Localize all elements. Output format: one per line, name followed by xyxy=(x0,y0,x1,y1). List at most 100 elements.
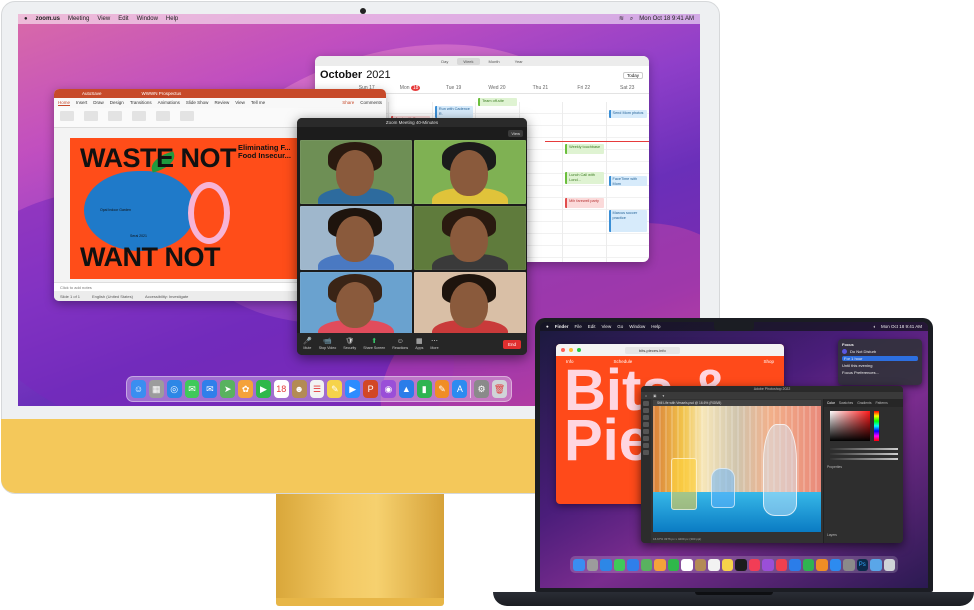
zoom-icon[interactable] xyxy=(577,348,581,352)
view-button[interactable]: View xyxy=(508,130,523,137)
brush-tool-icon[interactable] xyxy=(643,429,649,434)
font-picker[interactable] xyxy=(108,111,122,121)
share-button[interactable]: Share xyxy=(342,100,354,106)
downloads-icon[interactable] xyxy=(870,558,882,571)
tab-slide-show[interactable]: Slide Show xyxy=(186,100,209,106)
tab-animations[interactable]: Animations xyxy=(158,100,180,106)
music-icon[interactable] xyxy=(748,558,760,571)
menu-item-file[interactable]: File xyxy=(574,322,581,331)
lasso-tool-icon[interactable] xyxy=(643,415,649,420)
tab-swatches[interactable]: Swatches xyxy=(839,401,853,405)
menubar-clock[interactable]: Mon Oct 18 9:41 AM xyxy=(881,322,922,331)
launchpad-icon[interactable]: ▦ xyxy=(148,380,164,398)
contacts-icon[interactable] xyxy=(694,558,706,571)
hue-slider[interactable] xyxy=(874,411,879,441)
reminders-icon[interactable] xyxy=(708,558,720,571)
app-store-icon[interactable]: A xyxy=(452,380,468,398)
calendar-icon[interactable]: 18 xyxy=(273,380,289,398)
calendar-event[interactable]: Team off-site xyxy=(478,98,517,106)
tab-insert[interactable]: Insert xyxy=(76,100,87,106)
apple-icon[interactable]: ● xyxy=(24,14,28,24)
mail-icon[interactable]: ✉ xyxy=(202,380,218,398)
slide-canvas[interactable]: WASTE NOT WANT NOT Eliminating F... Food… xyxy=(70,138,305,279)
layers-header[interactable]: Layers xyxy=(827,533,837,537)
mute-button[interactable]: 🎤 Mute xyxy=(303,338,312,350)
menu-item-edit[interactable]: Edit xyxy=(588,322,596,331)
home-icon[interactable]: ⌂ xyxy=(645,394,647,398)
tab-patterns[interactable]: Patterns xyxy=(875,401,887,405)
tab-week[interactable]: Week xyxy=(457,57,480,65)
menu-item-window[interactable]: Window xyxy=(629,322,645,331)
address-bar[interactable]: bits-pieces.info xyxy=(625,346,680,354)
safari-icon[interactable]: ◎ xyxy=(166,380,182,398)
end-meeting-button[interactable]: End xyxy=(502,339,521,349)
focus-option[interactable]: For 1 hour xyxy=(842,356,918,361)
site-nav-shop[interactable]: Shop xyxy=(763,359,774,364)
mail-icon[interactable] xyxy=(627,558,639,571)
security-button[interactable]: 🛡 Security xyxy=(343,338,356,350)
numbers-icon[interactable] xyxy=(802,558,814,571)
menubar-app-name[interactable]: zoom.us xyxy=(36,14,60,24)
eraser-tool-icon[interactable] xyxy=(643,436,649,441)
properties-header[interactable]: Properties xyxy=(827,465,842,469)
notes-icon[interactable] xyxy=(721,558,733,571)
wifi-icon[interactable]: ≋ xyxy=(619,14,624,24)
options-control[interactable]: ▾ xyxy=(662,394,664,398)
tab-view[interactable]: View xyxy=(235,100,245,106)
align-icon[interactable] xyxy=(156,111,170,121)
pages-icon[interactable]: ✎ xyxy=(434,380,450,398)
menu-item-view[interactable]: View xyxy=(97,14,110,24)
menu-item-edit[interactable]: Edit xyxy=(118,14,128,24)
new-slide-icon[interactable] xyxy=(84,111,98,121)
calendar-event[interactable]: Lunch Call with Lond... xyxy=(565,172,604,184)
pages-icon[interactable] xyxy=(816,558,828,571)
status-accessibility[interactable]: Accessibility: Investigate xyxy=(145,294,188,299)
calendar-event[interactable]: Marcus soccer practice xyxy=(608,210,647,232)
calendar-event[interactable]: Send Mom photos xyxy=(608,110,647,118)
photoshop-icon[interactable]: Ps xyxy=(856,558,868,571)
system-preferences-icon[interactable] xyxy=(843,558,855,571)
tab-draw[interactable]: Draw xyxy=(93,100,104,106)
menu-item-view[interactable]: View xyxy=(602,322,612,331)
photos-icon[interactable] xyxy=(654,558,666,571)
today-button[interactable]: Today xyxy=(622,71,643,79)
tab-transitions[interactable]: Transitions xyxy=(130,100,152,106)
menu-item-help[interactable]: Help xyxy=(166,14,178,24)
status-language[interactable]: English (United States) xyxy=(92,294,133,299)
autosave-toggle[interactable]: AutoSave xyxy=(82,91,102,96)
stop-video-button[interactable]: 📹 Stop Video xyxy=(319,338,337,350)
podcasts-icon[interactable]: ◉ xyxy=(381,380,396,398)
keynote-icon[interactable] xyxy=(789,558,801,571)
maps-icon[interactable] xyxy=(640,558,652,571)
apps-button[interactable]: ▦ Apps xyxy=(415,338,423,350)
finder-icon[interactable] xyxy=(573,558,585,571)
zoom-icon[interactable]: ▶ xyxy=(345,380,361,398)
video-tile[interactable] xyxy=(300,140,412,204)
video-tile[interactable] xyxy=(414,206,526,270)
share-screen-button[interactable]: ⬆ Share Screen xyxy=(363,338,385,350)
messages-icon[interactable] xyxy=(613,558,625,571)
calendar-event[interactable]: Run with Cadence R. xyxy=(434,106,474,118)
launchpad-icon[interactable] xyxy=(586,558,598,571)
reactions-button[interactable]: ☺ Reactions xyxy=(392,338,408,350)
control-center-icon[interactable]: ◐ xyxy=(873,322,876,331)
move-tool-icon[interactable] xyxy=(643,401,649,406)
marquee-tool-icon[interactable] xyxy=(643,408,649,413)
maps-icon[interactable]: ➤ xyxy=(220,380,236,398)
powerpoint-icon[interactable]: P xyxy=(363,380,379,398)
minimize-icon[interactable] xyxy=(569,348,573,352)
finder-icon[interactable]: ☺ xyxy=(131,380,146,398)
tab-gradients[interactable]: Gradients xyxy=(857,401,871,405)
menu-item-help[interactable]: Help xyxy=(651,322,660,331)
trash-icon[interactable] xyxy=(883,558,895,571)
bold-icon[interactable] xyxy=(132,111,146,121)
comments-button[interactable]: Comments xyxy=(360,100,382,106)
color-sliders[interactable] xyxy=(830,445,898,463)
tab-day[interactable]: Day xyxy=(435,58,454,65)
podcasts-icon[interactable] xyxy=(762,558,774,571)
messages-icon[interactable]: ✉ xyxy=(184,380,200,398)
contacts-icon[interactable]: ☻ xyxy=(291,380,307,398)
numbers-icon[interactable]: ▮ xyxy=(416,380,432,398)
tab-year[interactable]: Year xyxy=(509,58,529,65)
tab-month[interactable]: Month xyxy=(483,58,506,65)
